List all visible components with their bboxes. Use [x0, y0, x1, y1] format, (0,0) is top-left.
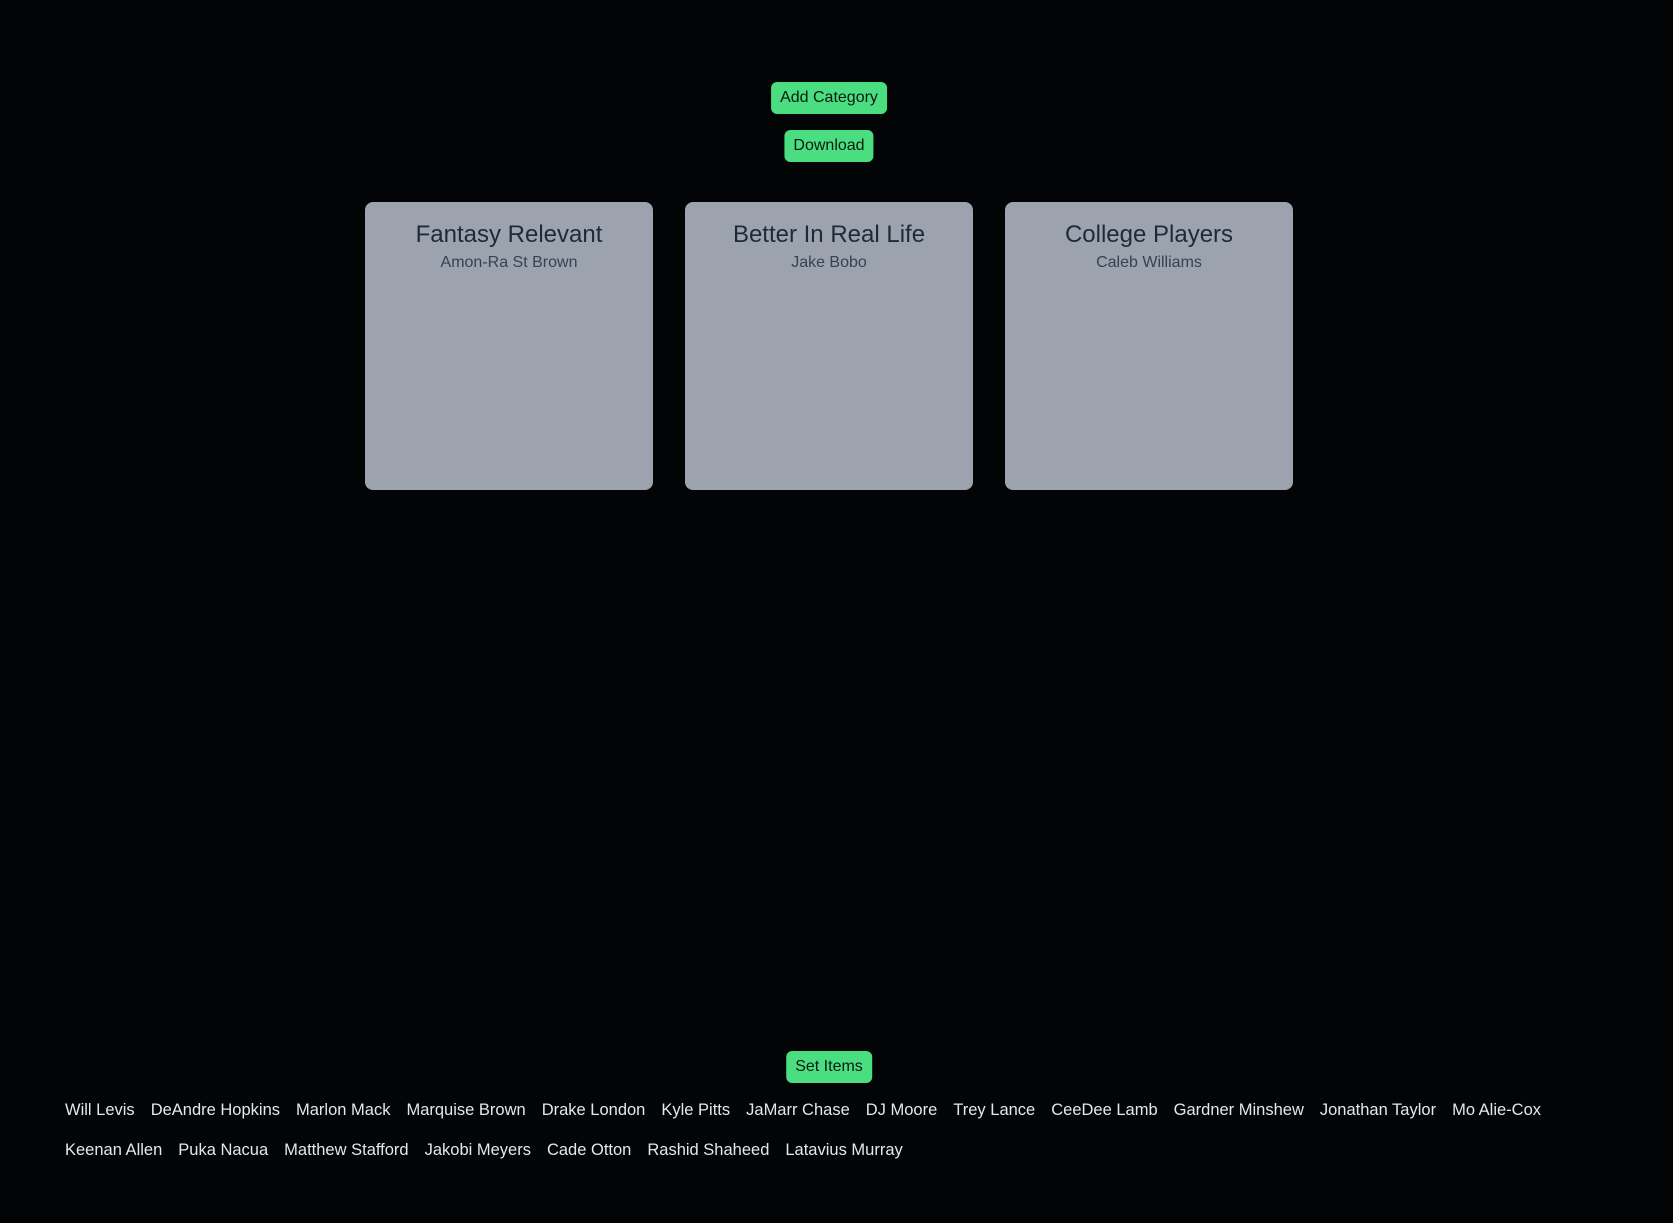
category-title: Fantasy Relevant: [415, 221, 603, 248]
category-grid: Fantasy Relevant Amon-Ra St Brown Better…: [365, 202, 1293, 490]
pool-item[interactable]: Marlon Mack: [296, 1099, 390, 1121]
pool-item[interactable]: Puka Nacua: [178, 1139, 268, 1161]
pool-item[interactable]: Will Levis: [65, 1099, 135, 1121]
pool-item[interactable]: CeeDee Lamb: [1051, 1099, 1157, 1121]
add-category-button[interactable]: Add Category: [771, 82, 887, 114]
download-button[interactable]: Download: [784, 130, 874, 162]
category-card-college-players[interactable]: College Players Caleb Williams: [1005, 202, 1293, 490]
item-pool: Will Levis DeAndre Hopkins Marlon Mack M…: [65, 1099, 1625, 1161]
pool-item[interactable]: Cade Otton: [547, 1139, 631, 1161]
category-item[interactable]: Jake Bobo: [685, 250, 973, 276]
pool-item[interactable]: Kyle Pitts: [661, 1099, 730, 1121]
app-root: Add Category Download Fantasy Relevant A…: [0, 0, 1673, 1223]
pool-item[interactable]: Jakobi Meyers: [425, 1139, 531, 1161]
pool-item[interactable]: DJ Moore: [866, 1099, 938, 1121]
pool-item[interactable]: Jonathan Taylor: [1320, 1099, 1436, 1121]
pool-item[interactable]: Gardner Minshew: [1174, 1099, 1304, 1121]
category-item[interactable]: Caleb Williams: [1005, 250, 1293, 276]
pool-item[interactable]: Marquise Brown: [406, 1099, 525, 1121]
category-item[interactable]: Amon-Ra St Brown: [365, 250, 653, 276]
pool-item[interactable]: JaMarr Chase: [746, 1099, 850, 1121]
category-title: College Players: [1064, 221, 1234, 248]
pool-item[interactable]: Matthew Stafford: [284, 1139, 408, 1161]
pool-item[interactable]: Mo Alie-Cox: [1452, 1099, 1541, 1121]
pool-item[interactable]: DeAndre Hopkins: [151, 1099, 280, 1121]
category-card-better-in-real-life[interactable]: Better In Real Life Jake Bobo: [685, 202, 973, 490]
pool-item[interactable]: Trey Lance: [953, 1099, 1035, 1121]
category-title: Better In Real Life: [732, 221, 926, 248]
pool-item[interactable]: Drake London: [542, 1099, 646, 1121]
pool-item[interactable]: Keenan Allen: [65, 1139, 162, 1161]
pool-item[interactable]: Rashid Shaheed: [647, 1139, 769, 1161]
pool-item[interactable]: Latavius Murray: [785, 1139, 902, 1161]
category-card-fantasy-relevant[interactable]: Fantasy Relevant Amon-Ra St Brown: [365, 202, 653, 490]
set-items-button[interactable]: Set Items: [786, 1051, 872, 1083]
